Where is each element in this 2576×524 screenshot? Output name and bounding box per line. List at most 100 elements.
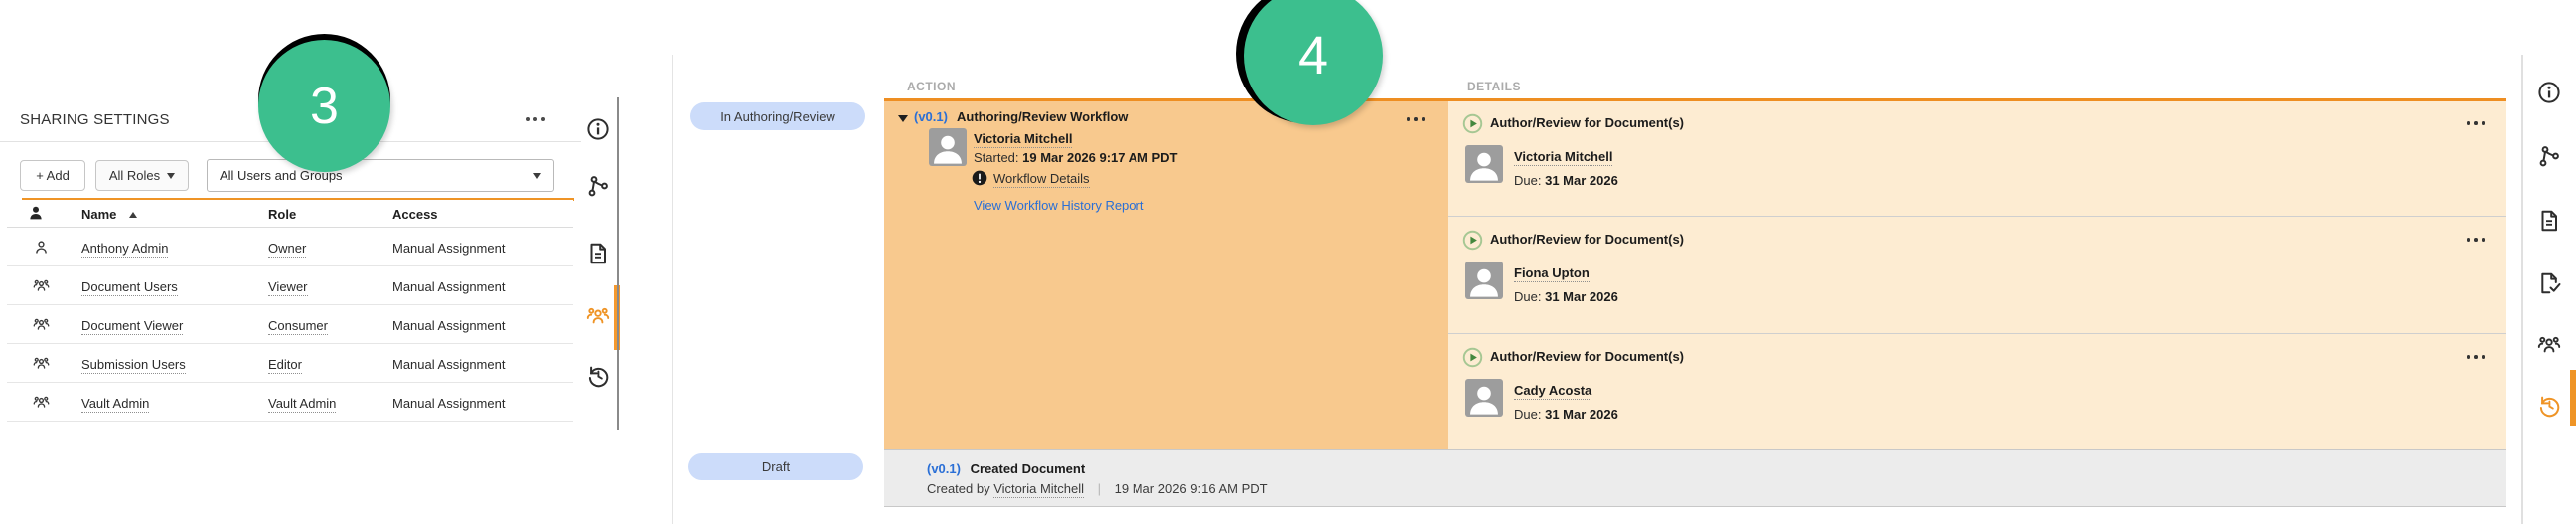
separator: | [1097, 481, 1102, 496]
ellipsis-icon [1406, 117, 1410, 121]
task-title: Author/Review for Document(s) [1490, 115, 1685, 130]
task-play-icon[interactable] [1462, 113, 1483, 134]
ellipsis-icon [2466, 121, 2470, 125]
task-actions-menu-button[interactable] [2466, 121, 2485, 125]
active-tab-indicator [2570, 370, 2576, 426]
task-play-icon[interactable] [1462, 347, 1483, 368]
roles-filter-button[interactable]: All Roles [95, 160, 189, 191]
group-icon [33, 318, 50, 330]
due-label: Due: [1514, 407, 1542, 422]
workflow-icon[interactable] [586, 174, 610, 198]
task-title: Author/Review for Document(s) [1490, 349, 1685, 364]
status-badge-label: In Authoring/Review [720, 108, 835, 124]
member-access: Manual Assignment [392, 241, 506, 256]
workflow-history-report-link[interactable]: View Workflow History Report [974, 198, 1143, 213]
member-role[interactable]: Consumer [268, 318, 328, 335]
workflow-details-link[interactable]: Workflow Details [993, 171, 1090, 188]
details-column-header: DETAILS [1467, 80, 1521, 93]
table-row[interactable]: Vault Admin Vault Admin Manual Assignmen… [7, 383, 573, 422]
roles-filter-label: All Roles [108, 168, 161, 183]
table-row[interactable]: Document Viewer Consumer Manual Assignme… [7, 305, 573, 344]
version-label[interactable]: (v0.1) [927, 461, 961, 476]
event-timestamp: 19 Mar 2026 9:16 AM PDT [1114, 481, 1268, 496]
member-access: Manual Assignment [392, 396, 506, 411]
member-name[interactable]: Vault Admin [81, 396, 150, 413]
task-actions-menu-button[interactable] [2466, 355, 2485, 359]
started-label: Started: [974, 150, 1019, 165]
member-name[interactable]: Document Viewer [81, 318, 184, 335]
group-icon [33, 357, 50, 369]
status-badge-in-authoring-review[interactable]: In Authoring/Review [690, 102, 865, 130]
action-column-header: ACTION [907, 80, 956, 93]
add-button-label: + Add [36, 168, 70, 183]
member-name[interactable]: Document Users [81, 279, 178, 296]
member-role[interactable]: Vault Admin [268, 396, 337, 413]
info-icon[interactable] [2537, 81, 2561, 104]
member-type-column-icon [30, 206, 42, 220]
table-row[interactable]: Submission Users Editor Manual Assignmen… [7, 344, 573, 383]
ellipsis-icon [2466, 355, 2470, 359]
due-label: Due: [1514, 173, 1542, 188]
collapse-caret-icon[interactable] [898, 115, 908, 122]
workflow-details-info-icon[interactable] [972, 170, 987, 186]
chevron-down-icon [533, 172, 541, 179]
history-icon[interactable] [2537, 394, 2561, 418]
event-title: Created Document [970, 461, 1086, 476]
workflow-actions-menu-button[interactable] [1406, 117, 1425, 121]
panel-divider [672, 55, 673, 524]
workflow-title: Authoring/Review Workflow [957, 109, 1129, 124]
info-icon[interactable] [586, 117, 610, 141]
member-role[interactable]: Owner [268, 241, 307, 258]
document-icon[interactable] [586, 242, 610, 265]
users-icon[interactable] [586, 304, 610, 328]
table-row[interactable]: Anthony Admin Owner Manual Assignment [7, 228, 573, 266]
workflow-icon[interactable] [2537, 144, 2561, 168]
task-play-icon[interactable] [1462, 230, 1483, 251]
ellipsis-icon [2466, 238, 2470, 242]
member-role[interactable]: Editor [268, 357, 302, 374]
checklist-icon[interactable] [2537, 271, 2561, 295]
due-label: Due: [1514, 289, 1542, 304]
member-name[interactable]: Submission Users [81, 357, 186, 374]
task-card: Author/Review for Document(s) Cady Acost… [1448, 335, 2506, 449]
due-date: 31 Mar 2026 [1545, 289, 1618, 304]
member-access: Manual Assignment [392, 318, 506, 333]
task-actions-menu-button[interactable] [2466, 238, 2485, 242]
created-document-event-row: (v0.1) Created Document Created by Victo… [884, 449, 2506, 507]
task-assignee[interactable]: Victoria Mitchell [1514, 149, 1613, 166]
access-column-header[interactable]: Access [392, 207, 438, 222]
due-date: 31 Mar 2026 [1545, 173, 1618, 188]
user-icon [36, 241, 47, 255]
version-label[interactable]: (v0.1) [914, 109, 948, 124]
avatar [1465, 379, 1503, 417]
due-date: 31 Mar 2026 [1545, 407, 1618, 422]
history-icon[interactable] [586, 364, 610, 388]
users-icon[interactable] [2537, 333, 2561, 357]
task-assignee[interactable]: Fiona Upton [1514, 265, 1590, 282]
sort-ascending-icon [129, 212, 137, 218]
member-role[interactable]: Viewer [268, 279, 308, 296]
annotation-marker-4: 4 [1236, 0, 1383, 125]
task-card: Author/Review for Document(s) Victoria M… [1448, 101, 2506, 217]
ellipsis-icon [526, 117, 530, 121]
role-column-header[interactable]: Role [268, 207, 296, 222]
task-assignee[interactable]: Cady Acosta [1514, 383, 1592, 400]
member-access: Manual Assignment [392, 357, 506, 372]
add-button[interactable]: + Add [20, 160, 85, 191]
workflow-owner[interactable]: Victoria Mitchell [974, 131, 1073, 148]
created-by-user[interactable]: Victoria Mitchell [993, 481, 1085, 498]
name-column-header[interactable]: Name [81, 207, 116, 222]
chevron-down-icon [167, 172, 176, 179]
avatar [929, 128, 967, 166]
sharing-settings-menu-button[interactable] [515, 107, 556, 131]
avatar [1465, 262, 1503, 299]
table-row[interactable]: Document Users Viewer Manual Assignment [7, 266, 573, 305]
status-badge-draft[interactable]: Draft [688, 453, 863, 480]
document-icon[interactable] [2537, 209, 2561, 233]
status-badge-label: Draft [761, 459, 791, 474]
task-title: Author/Review for Document(s) [1490, 232, 1685, 247]
task-card: Author/Review for Document(s) Fiona Upto… [1448, 218, 2506, 334]
group-icon [33, 279, 50, 291]
rail-divider [2521, 55, 2523, 524]
member-name[interactable]: Anthony Admin [81, 241, 169, 258]
